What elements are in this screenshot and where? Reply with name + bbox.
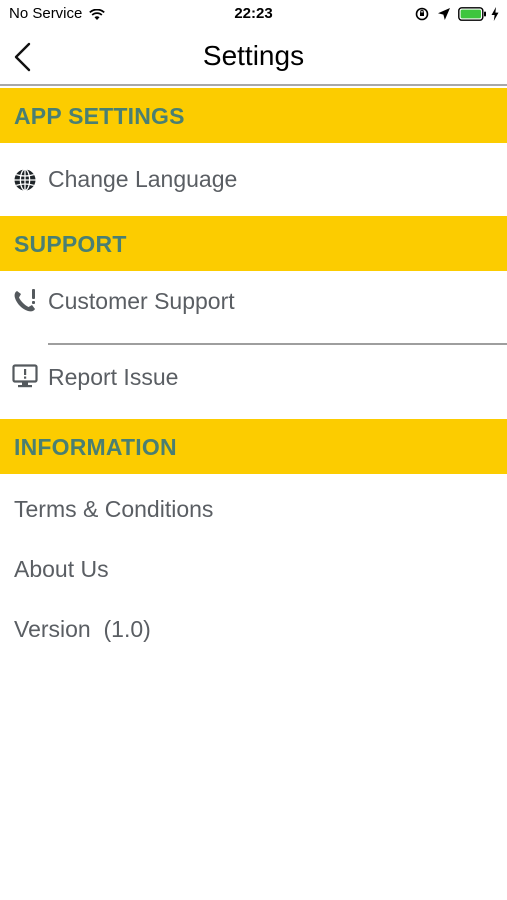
version-label: Version (1.0)	[14, 616, 151, 642]
customer-support-item[interactable]: Customer Support	[0, 271, 507, 343]
location-arrow-icon	[437, 7, 451, 21]
section-header-information: INFORMATION	[0, 419, 507, 474]
item-label: Terms & Conditions	[14, 496, 214, 522]
navigation-bar: Settings	[0, 28, 507, 86]
version-item: Version (1.0)	[0, 594, 507, 654]
section-title: SUPPORT	[14, 231, 127, 257]
item-label: Change Language	[48, 166, 238, 192]
section-header-support: SUPPORT	[0, 216, 507, 271]
section-title: APP SETTINGS	[14, 103, 185, 129]
terms-conditions-item[interactable]: Terms & Conditions	[0, 474, 507, 534]
monitor-alert-icon	[12, 363, 38, 389]
item-label: Customer Support	[48, 288, 235, 314]
item-label: Report Issue	[48, 364, 179, 390]
report-issue-item[interactable]: Report Issue	[0, 345, 507, 419]
change-language-item[interactable]: Change Language	[0, 143, 507, 216]
status-right	[414, 5, 499, 23]
section-header-app-settings: APP SETTINGS	[0, 88, 507, 143]
item-label: About Us	[14, 556, 109, 582]
battery-icon	[458, 7, 488, 21]
phone-alert-icon	[12, 288, 38, 314]
orientation-lock-icon	[414, 6, 430, 22]
section-title: INFORMATION	[14, 434, 177, 460]
globe-icon	[12, 167, 38, 193]
page-title: Settings	[202, 40, 305, 71]
charging-bolt-icon	[491, 7, 499, 21]
status-bar: No Service 22:23	[0, 0, 507, 28]
about-us-item[interactable]: About Us	[0, 534, 507, 594]
